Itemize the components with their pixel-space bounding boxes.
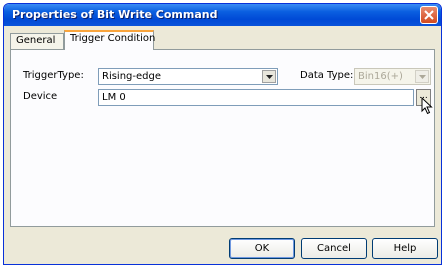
tab-trigger-condition[interactable]: Trigger Condition	[64, 30, 156, 50]
trigger-type-select[interactable]: Rising-edge	[98, 68, 278, 85]
cancel-label: Cancel	[317, 243, 351, 254]
properties-dialog: Properties of Bit Write Command General …	[3, 3, 442, 265]
browse-label: ...	[419, 91, 428, 101]
ok-button[interactable]: OK	[229, 238, 295, 259]
chevron-down-icon	[266, 75, 273, 79]
trigger-type-value: Rising-edge	[102, 71, 162, 82]
data-type-value: Bin16(+)	[358, 71, 403, 82]
data-type-select: Bin16(+)	[354, 68, 431, 85]
device-field[interactable]	[98, 89, 414, 106]
tab-general-label: General	[16, 35, 56, 46]
close-button[interactable]	[420, 6, 438, 24]
help-button[interactable]: Help	[372, 238, 438, 259]
trigger-type-label: TriggerType:	[23, 70, 84, 81]
trigger-type-dropdown-button[interactable]	[262, 70, 276, 83]
data-type-dropdown-button	[415, 70, 429, 83]
tab-panel: TriggerType: Rising-edge Data Type: Bin1…	[10, 49, 435, 227]
close-icon	[424, 10, 434, 20]
dialog-title: Properties of Bit Write Command	[12, 8, 218, 21]
device-browse-button[interactable]: ...	[416, 89, 431, 106]
ok-label: OK	[254, 243, 270, 254]
device-input[interactable]	[99, 90, 413, 105]
tab-general[interactable]: General	[10, 33, 64, 49]
data-type-label: Data Type:	[300, 70, 354, 81]
device-label: Device	[23, 91, 58, 102]
help-label: Help	[393, 243, 417, 254]
chevron-down-icon	[419, 75, 426, 79]
title-bar[interactable]: Properties of Bit Write Command	[4, 4, 441, 26]
tab-trigger-condition-label: Trigger Condition	[70, 33, 156, 44]
cancel-button[interactable]: Cancel	[301, 238, 367, 259]
